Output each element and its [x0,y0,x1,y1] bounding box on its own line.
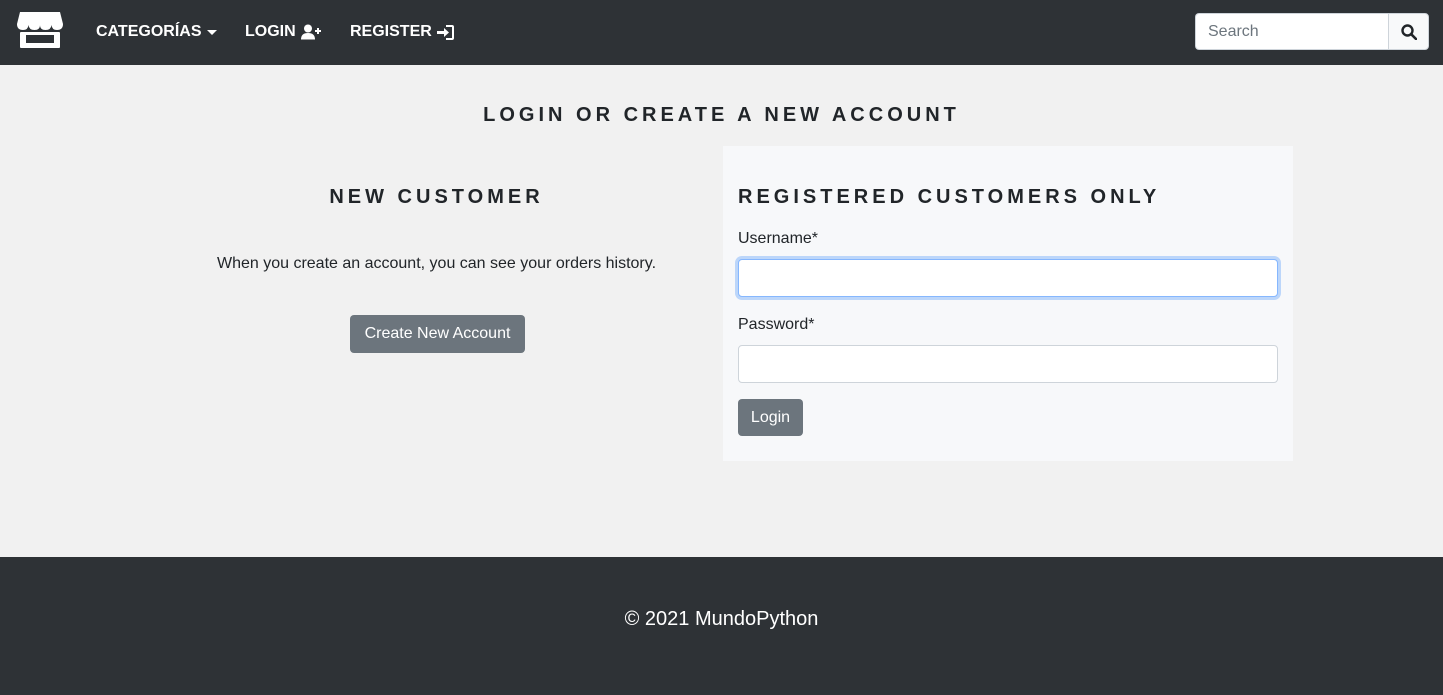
register-label: REGISTER [350,23,432,40]
navbar: CATEGORÍAS LOGIN REGISTER [0,0,1443,65]
register-link[interactable]: REGISTER [350,21,454,43]
login-panel: REGISTERED CUSTOMERS ONLY Username* Pass… [723,146,1293,461]
user-plus-icon [300,24,321,40]
sign-in-icon [436,24,454,40]
footer-copyright: © 2021 MundoPython [624,608,819,630]
username-field[interactable] [738,259,1278,297]
login-button[interactable]: Login [738,399,803,436]
login-link[interactable]: LOGIN [245,21,321,43]
page-title: LOGIN OR CREATE A NEW ACCOUNT [483,104,960,126]
caret-down-icon [207,29,218,35]
categories-label: CATEGORÍAS [96,23,202,40]
categories-dropdown[interactable]: CATEGORÍAS [96,21,218,43]
new-customer-title: NEW CUSTOMER [329,186,544,208]
new-customer-section: NEW CUSTOMER When you create an account,… [150,146,723,461]
search-form [1195,13,1429,50]
search-button[interactable] [1388,13,1429,50]
search-input[interactable] [1195,13,1388,50]
password-field[interactable] [738,345,1278,383]
store-icon[interactable] [16,10,64,50]
footer: © 2021 MundoPython [0,557,1443,695]
username-label: Username* [738,230,819,247]
search-icon [1400,23,1417,40]
new-customer-text: When you create an account, you can see … [216,255,657,272]
create-account-button[interactable]: Create New Account [350,315,525,353]
login-label: LOGIN [245,23,296,40]
password-label: Password* [738,316,815,333]
registered-customers-title: REGISTERED CUSTOMERS ONLY [738,186,1161,208]
